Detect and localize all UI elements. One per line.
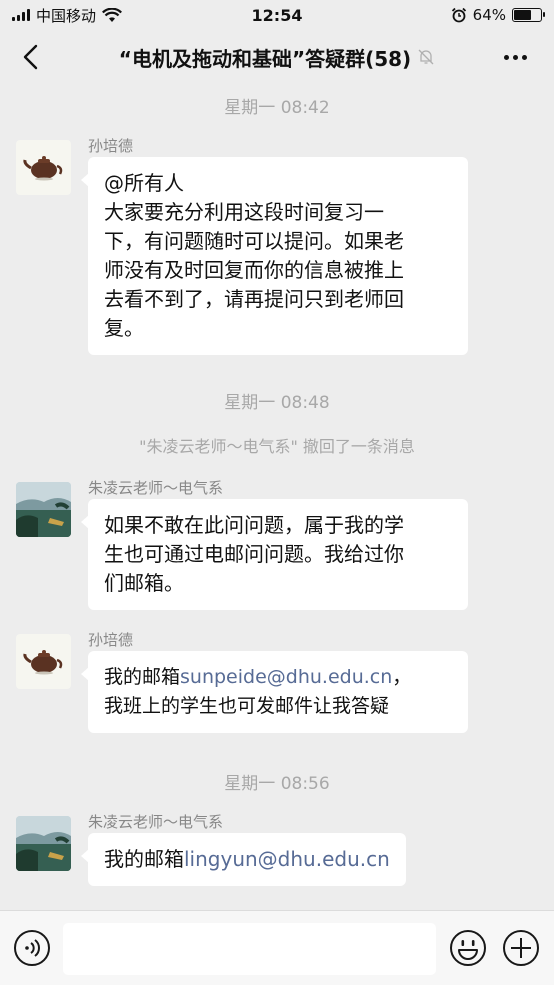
voice-button[interactable] [13, 929, 51, 967]
chat-header: “电机及拖动和基础”答疑群(58) [0, 30, 554, 84]
timestamp: 星期一 08:56 [224, 774, 330, 794]
message-bubble[interactable]: @所有人 大家要充分利用这段时间复习一 下，有问题随时可以提问。如果老 师没有及… [81, 157, 468, 355]
message-line: 去看不到了，请再提问只到老师回 [104, 287, 404, 311]
teapot-icon [23, 650, 63, 675]
clock: 12:54 [251, 5, 303, 25]
avatar[interactable] [16, 816, 71, 871]
sender-name: 孙培德 [88, 631, 134, 649]
chat-messages[interactable]: 星期一 08:42 孙培德 @所有人 大家要充分利用这段时间复习一 下，有问题随… [0, 84, 554, 910]
message-line: 师没有及时回复而你的信息被推上 [104, 258, 404, 282]
message-line: 生也可通过电邮问问题。我给过你 [104, 542, 404, 566]
timestamp: 星期一 08:42 [224, 98, 330, 118]
sender-name: 朱凌云老师～电气系 [88, 813, 224, 831]
chevron-left-icon [23, 44, 38, 70]
voice-icon [14, 930, 50, 966]
teapot-icon [23, 156, 63, 181]
input-bar [0, 910, 554, 985]
message-item: 孙培德 @所有人 大家要充分利用这段时间复习一 下，有问题随时可以提问。如果老 … [16, 137, 536, 355]
avatar[interactable] [16, 482, 71, 537]
message-line: 我班上的学生也可发邮件让我答疑 [104, 695, 390, 717]
email-link[interactable]: sunpeide@dhu.edu.cn [180, 666, 392, 688]
status-bar: 中国移动 12:54 64% [0, 0, 554, 30]
message-bubble[interactable]: 我的邮箱lingyun@dhu.edu.cn [81, 833, 406, 886]
message-line: 下，有问题随时可以提问。如果老 [104, 229, 404, 253]
landscape-icon [16, 482, 71, 537]
message-item: 朱凌云老师～电气系 如果不敢在此问问题，属于我的学 生也可通过电邮问问题。我给过… [16, 479, 536, 612]
avatar[interactable] [16, 140, 71, 195]
message-input[interactable] [63, 923, 436, 975]
battery-icon [512, 8, 545, 22]
signal-icon [12, 9, 30, 21]
wifi-icon [102, 7, 122, 22]
battery-percent: 64% [472, 6, 506, 24]
emoji-button[interactable] [449, 929, 487, 967]
timestamp: 星期一 08:48 [224, 393, 330, 413]
group-name: “电机及拖动和基础”答疑群(58) [118, 46, 412, 71]
alarm-icon [451, 7, 466, 23]
emoji-icon [450, 930, 486, 966]
message-bubble[interactable]: 我的邮箱sunpeide@dhu.edu.cn， 我班上的学生也可发邮件让我答疑 [81, 651, 468, 733]
landscape-icon [16, 816, 71, 871]
avatar[interactable] [16, 634, 71, 689]
message-line: 如果不敢在此问问题，属于我的学 [104, 513, 404, 537]
message-bubble[interactable]: 如果不敢在此问问题，属于我的学 生也可通过电邮问问题。我给过你 们邮箱。 [81, 499, 468, 610]
chat-title: “电机及拖动和基础”答疑群(58) [119, 43, 435, 72]
message-item: 朱凌云老师～电气系 我的邮箱lingyun@dhu.edu.cn [16, 813, 536, 896]
carrier-label: 中国移动 [36, 6, 97, 25]
message-line: 复。 [104, 316, 144, 340]
message-line: @所有人 [104, 171, 184, 195]
email-link[interactable]: lingyun@dhu.edu.cn [184, 847, 390, 871]
message-line: 我的邮箱sunpeide@dhu.edu.cn， [104, 666, 412, 688]
message-line: 大家要充分利用这段时间复习一 [104, 200, 384, 224]
recall-notice: "朱凌云老师～电气系" 撤回了一条消息 [139, 437, 415, 456]
more-dots-icon [503, 54, 509, 60]
more-button[interactable] [498, 42, 532, 72]
message-line: 们邮箱。 [104, 571, 184, 595]
plus-button[interactable] [502, 929, 540, 967]
message-item: 孙培德 我的邮箱sunpeide@dhu.edu.cn， 我班上的学生也可发邮件… [16, 631, 536, 734]
sender-name: 朱凌云老师～电气系 [88, 479, 224, 497]
bell-off-icon [418, 49, 434, 65]
plus-icon [503, 930, 539, 966]
sender-name: 孙培德 [88, 137, 134, 155]
back-button[interactable] [22, 40, 52, 74]
